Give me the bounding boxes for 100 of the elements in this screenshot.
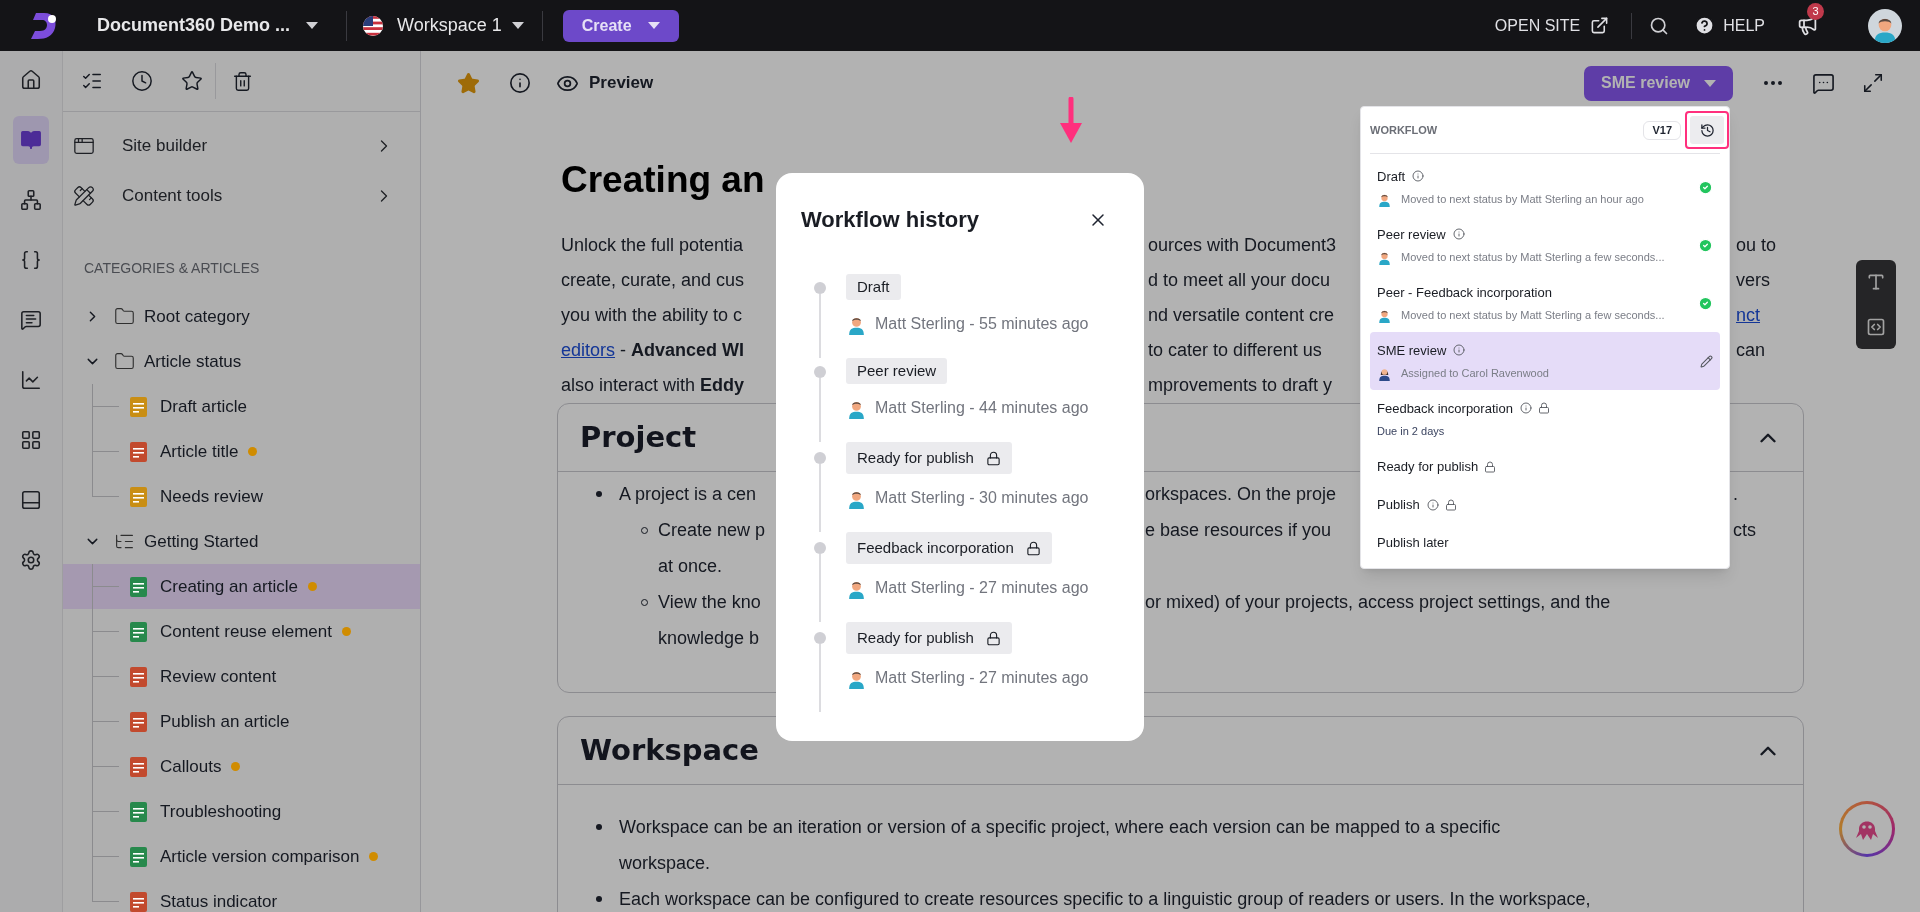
paragraph-text: create, curate, and cus [561, 270, 745, 290]
paragraph-text: Workspace can be an iteration or version of a specific project, where each version can be mapped to a specific [619, 816, 1501, 837]
paragraph-text: editors - Advanced WI [561, 340, 745, 360]
article-title: Creating an [561, 158, 765, 202]
assistant-button[interactable] [1839, 801, 1895, 857]
external-link-icon [1590, 16, 1610, 35]
paragraph-text: ou to [1736, 235, 1777, 255]
list-bullet [596, 491, 602, 497]
text-icon[interactable] [1866, 272, 1886, 293]
section-title: Workspace [580, 731, 759, 769]
section-heading: CATEGORIES & ARTICLES [84, 259, 260, 278]
sidebar-menu-item[interactable]: Content tools [63, 171, 420, 221]
info-icon[interactable] [509, 72, 531, 94]
help-icon [1694, 15, 1716, 36]
pencil-ruler-icon [73, 185, 95, 207]
tree-item[interactable]: Creating an article [63, 564, 420, 609]
paragraph-text: d to meet all your docu [1148, 270, 1331, 290]
paragraph-text: Each workspace can be configured to create resources specific to a linguistic group of readers or users. In the workspace, [619, 888, 1591, 909]
tree-item[interactable]: Review content [63, 654, 420, 699]
paragraph-text: A project is a cen [619, 483, 757, 504]
caret-icon [511, 22, 524, 29]
paragraph-text: workspace. [619, 852, 711, 873]
tree-item[interactable]: Getting Started [63, 519, 420, 564]
link[interactable]: nct [1736, 305, 1760, 325]
expand-icon[interactable] [1862, 72, 1884, 94]
step-label: Peer - Feedback incorporation [1377, 283, 1552, 302]
paragraph-text: also interact with Eddy [561, 375, 745, 395]
workspace-selector[interactable]: Workspace 1 [363, 12, 524, 39]
open-site-link[interactable]: OPEN SITE [1494, 13, 1610, 38]
diagram-icon [20, 189, 42, 211]
tree-item[interactable]: Root category [63, 294, 420, 339]
help-button[interactable]: HELP [1694, 13, 1765, 38]
tree-item[interactable]: Troubleshooting [63, 789, 420, 834]
trash-icon[interactable] [232, 70, 253, 92]
status-tag: Ready for publish [846, 442, 1012, 474]
step-detail: Moved to next status by Matt Sterling an hour ago [1401, 192, 1644, 207]
section-title: Project [580, 418, 697, 456]
workflow-step[interactable]: SME review Assigned to Carol Ravenwood [1370, 332, 1720, 390]
sidebar-menu-item[interactable]: Site builder [63, 121, 420, 171]
apps-icon [20, 429, 42, 451]
step-label: SME review [1377, 341, 1447, 360]
edit-icon[interactable] [1700, 354, 1713, 368]
comment-icon[interactable] [1812, 71, 1835, 95]
clock-icon[interactable] [131, 70, 153, 92]
annotation-arrow [1059, 97, 1083, 144]
star-icon[interactable] [181, 70, 203, 92]
workflow-step[interactable]: Peer - Feedback incorporation Moved to next status by Matt Sterling a few seconds... [1370, 274, 1720, 332]
tree-item[interactable]: Draft article [63, 384, 420, 429]
folder-icon [114, 306, 135, 327]
profile-avatar[interactable] [1868, 8, 1902, 43]
link[interactable]: editors [561, 340, 616, 360]
window-icon [73, 135, 95, 157]
tree-item[interactable]: Needs review [63, 474, 420, 519]
status-tag: Feedback incorporation [846, 532, 1052, 564]
step-label: Feedback incorporation [1377, 399, 1513, 418]
paragraph-text: ources with Document3 [1148, 235, 1337, 255]
create-button[interactable]: Create [562, 9, 679, 42]
status-tag: Draft [846, 274, 901, 300]
workflow-step[interactable]: Publish [1370, 486, 1720, 524]
paragraph-text: or mixed) of your projects, access project settings, and the [1145, 591, 1611, 612]
step-detail: Assigned to Carol Ravenwood [1401, 366, 1549, 381]
workflow-step[interactable]: Publish later [1370, 524, 1720, 562]
workflow-step[interactable]: Peer review Moved to next status by Matt Sterling a few seconds... [1370, 216, 1720, 274]
workflow-step[interactable]: Ready for publish [1370, 448, 1720, 486]
caret-icon [1704, 79, 1716, 87]
paragraph-text: at once. [658, 555, 723, 576]
message-icon [20, 309, 42, 331]
panel-icon [20, 489, 42, 511]
status-dropdown-button[interactable]: SME review [1584, 65, 1733, 101]
caret-icon [306, 22, 319, 29]
history-button[interactable] [1690, 116, 1724, 144]
step-label: Ready for publish [1377, 458, 1479, 477]
project-selector[interactable]: Document360 Demo ... [97, 12, 319, 39]
step-detail: Moved to next status by Matt Sterling a few seconds... [1401, 250, 1665, 265]
search-icon[interactable] [1649, 15, 1670, 36]
tree-item[interactable]: Article version comparison [63, 834, 420, 879]
code-icon[interactable] [1866, 316, 1886, 337]
nav-rail-button[interactable] [13, 116, 49, 164]
tree-item[interactable]: Article status [63, 339, 420, 384]
book-icon [20, 129, 42, 151]
star-icon[interactable] [457, 71, 480, 95]
tree-item[interactable]: Content reuse element [63, 609, 420, 654]
tree-item[interactable]: Publish an article [63, 699, 420, 744]
history-byline: Matt Sterling - 44 minutes ago [875, 398, 1089, 418]
paragraph-text: . [1733, 483, 1738, 504]
workflow-step[interactable]: Feedback incorporation Due in 2 days [1370, 390, 1720, 448]
step-label: Publish [1377, 496, 1420, 515]
tree-item[interactable]: Status indicator [63, 879, 420, 912]
preview-button[interactable]: Preview [556, 70, 654, 96]
step-detail: Moved to next status by Matt Sterling a few seconds... [1401, 308, 1665, 323]
caret-icon [647, 22, 660, 29]
paragraph-text: e base resources if you [1145, 519, 1332, 540]
chart-icon [20, 369, 42, 391]
tree-item[interactable]: Article title [63, 429, 420, 474]
tree-item[interactable]: Callouts [63, 744, 420, 789]
workflow-step[interactable]: Draft Moved to next status by Matt Sterling an hour ago [1370, 158, 1720, 216]
braces-icon [20, 249, 42, 271]
step-label: Publish later [1377, 534, 1449, 553]
paragraph-text: knowledge b [658, 627, 760, 648]
folder-icon [114, 351, 135, 372]
